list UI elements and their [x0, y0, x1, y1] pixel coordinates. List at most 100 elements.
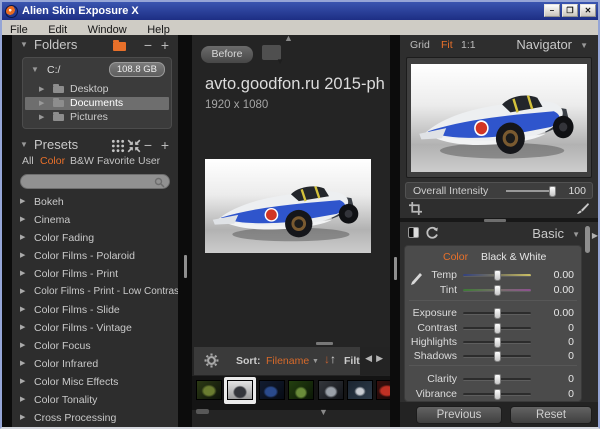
- preset-item[interactable]: ▶Color Tonality: [18, 393, 176, 409]
- preset-item[interactable]: ▶Color Fading: [18, 231, 176, 247]
- close-button[interactable]: ✕: [580, 4, 596, 17]
- preset-item[interactable]: ▶Cinema: [18, 213, 176, 229]
- disclosure-icon[interactable]: ▶: [20, 252, 25, 259]
- thumbnail-2-selected[interactable]: [224, 377, 256, 404]
- search-input[interactable]: [27, 175, 147, 188]
- slider-handle[interactable]: [494, 337, 501, 348]
- preset-item[interactable]: ▶Color Focus: [18, 339, 176, 355]
- previous-button[interactable]: Previous: [416, 406, 502, 424]
- split-preview-icon[interactable]: [408, 227, 419, 238]
- preset-item[interactable]: ▶Color Misc Effects: [18, 375, 176, 391]
- maximize-button[interactable]: ❐: [562, 4, 578, 17]
- filmstrip-scrollbar[interactable]: [196, 409, 209, 414]
- disclosure-icon[interactable]: ▶: [20, 378, 25, 385]
- scroll-right-icon[interactable]: ▶: [376, 353, 387, 363]
- thumbnail-5[interactable]: [318, 380, 344, 400]
- navigator-collapse-icon[interactable]: ▼: [580, 42, 588, 50]
- highlights-slider[interactable]: [463, 341, 531, 344]
- preset-item[interactable]: ▶Color Films - Polaroid: [18, 249, 176, 265]
- scroll-left-icon[interactable]: ◀: [365, 353, 376, 363]
- collapse-all-icon[interactable]: [127, 139, 141, 153]
- grid-view-icon[interactable]: [111, 139, 125, 153]
- disclosure-icon[interactable]: ▶: [20, 198, 25, 205]
- divider-grip[interactable]: [394, 257, 397, 280]
- panel-divider-right[interactable]: [390, 35, 400, 427]
- zoom-grid-button[interactable]: Grid: [410, 39, 430, 51]
- slider-handle[interactable]: [494, 270, 501, 281]
- presets-collapse-icon[interactable]: ▼: [20, 141, 28, 149]
- disclosure-icon[interactable]: ▶: [20, 234, 25, 241]
- folders-remove-button[interactable]: −: [142, 39, 154, 51]
- preset-item[interactable]: ▶Color Films - Slide: [18, 303, 176, 319]
- tab-bw[interactable]: B&W: [70, 155, 94, 167]
- temp-slider[interactable]: [463, 274, 531, 277]
- panel-divider-left[interactable]: [178, 35, 192, 427]
- preset-item[interactable]: ▶Color Infrared: [18, 357, 176, 373]
- exposure-slider[interactable]: [463, 312, 531, 315]
- preset-item[interactable]: ▶Cross Processing: [18, 411, 176, 427]
- folders-add-button[interactable]: +: [159, 39, 171, 51]
- drive-disclosure-icon[interactable]: ▼: [31, 66, 39, 74]
- presets-remove-button[interactable]: −: [142, 139, 154, 151]
- folders-collapse-icon[interactable]: ▼: [20, 41, 28, 49]
- folder-row-pictures[interactable]: ▶ Pictures: [25, 111, 169, 124]
- panel-expand-icon[interactable]: ▶: [592, 231, 598, 240]
- preset-item[interactable]: ▶Color Films - Print - Low Contrast: [18, 285, 176, 301]
- slider-handle[interactable]: [549, 186, 556, 197]
- thumbnail-4[interactable]: [288, 380, 314, 400]
- collapse-bottom-icon[interactable]: ▼: [319, 407, 328, 417]
- thumbnail-7[interactable]: [376, 380, 390, 400]
- clarity-slider[interactable]: [463, 378, 531, 381]
- gear-icon[interactable]: [204, 353, 219, 368]
- navigator-preview[interactable]: [406, 57, 592, 178]
- panel-scrollbar[interactable]: [585, 226, 590, 253]
- filmstrip-resize-grip[interactable]: [316, 342, 333, 345]
- thumbnail-3[interactable]: [259, 380, 285, 400]
- tab-basic-bw[interactable]: Black & White: [481, 251, 546, 263]
- drive-row[interactable]: ▼ C:/ 108.8 GB: [27, 61, 167, 79]
- brush-icon[interactable]: [576, 202, 589, 215]
- disclosure-icon[interactable]: ▶: [20, 342, 25, 349]
- tab-user[interactable]: User: [138, 155, 160, 167]
- collapse-top-icon[interactable]: ▲: [284, 35, 293, 43]
- disclosure-icon[interactable]: ▶: [39, 86, 44, 93]
- presets-add-button[interactable]: +: [159, 139, 171, 151]
- disclosure-icon[interactable]: ▶: [20, 360, 25, 367]
- title-bar[interactable]: Alien Skin Exposure X – ❐ ✕: [2, 2, 598, 20]
- overall-intensity-slider[interactable]: [506, 190, 556, 192]
- disclosure-icon[interactable]: ▶: [20, 324, 25, 331]
- minimize-button[interactable]: –: [544, 4, 560, 17]
- divider-grip[interactable]: [484, 219, 506, 222]
- zoom-fit-button[interactable]: Fit: [441, 39, 453, 51]
- folder-row-documents[interactable]: ▶ Documents: [25, 97, 169, 110]
- disclosure-icon[interactable]: ▶: [20, 396, 25, 403]
- tab-color[interactable]: Color: [40, 155, 65, 167]
- before-button[interactable]: Before: [200, 45, 254, 64]
- disclosure-icon[interactable]: ▶: [39, 114, 44, 121]
- vibrance-slider[interactable]: [463, 393, 531, 396]
- reset-panel-icon[interactable]: [425, 226, 439, 240]
- sort-direction-icon[interactable]: ↓↑: [324, 352, 336, 366]
- tint-slider[interactable]: [463, 289, 531, 292]
- preset-item[interactable]: ▶Bokeh: [18, 195, 176, 211]
- preset-item[interactable]: ▶Color Films - Vintage: [18, 321, 176, 337]
- reset-button[interactable]: Reset: [510, 406, 592, 424]
- disclosure-icon[interactable]: ▶: [20, 216, 25, 223]
- sort-dropdown-icon[interactable]: ▼: [312, 358, 319, 365]
- compare-dropdown-icon[interactable]: [262, 45, 281, 60]
- slider-handle[interactable]: [494, 323, 501, 334]
- disclosure-icon[interactable]: ▶: [20, 288, 25, 295]
- slider-handle[interactable]: [494, 351, 501, 362]
- slider-handle[interactable]: [494, 374, 501, 385]
- disclosure-icon[interactable]: ▶: [39, 100, 44, 107]
- shadows-slider[interactable]: [463, 355, 531, 358]
- divider-grip[interactable]: [184, 255, 187, 278]
- disclosure-icon[interactable]: ▶: [20, 270, 25, 277]
- tab-all[interactable]: All: [22, 155, 34, 167]
- disclosure-icon[interactable]: ▶: [20, 306, 25, 313]
- slider-handle[interactable]: [494, 285, 501, 296]
- tab-basic-color[interactable]: Color: [443, 251, 468, 263]
- folder-row-desktop[interactable]: ▶ Desktop: [25, 83, 169, 96]
- tab-favorite[interactable]: Favorite: [97, 155, 135, 167]
- zoom-one-button[interactable]: 1:1: [461, 39, 476, 51]
